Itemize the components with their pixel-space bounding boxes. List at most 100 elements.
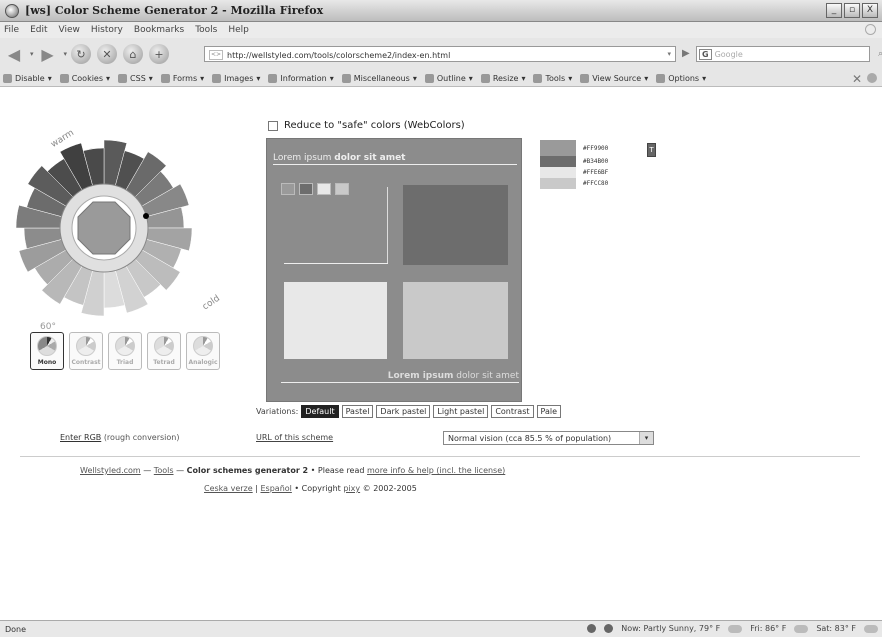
web-developer-toolbar: Disable ▾ Cookies ▾ CSS ▾ Forms ▾ Images… [0, 70, 882, 87]
url-of-scheme-link[interactable]: URL of this scheme [256, 433, 333, 442]
home-button[interactable]: ⌂ [123, 44, 144, 64]
devbar-outline[interactable]: Outline ▾ [424, 73, 473, 83]
mode-analogic-button[interactable]: Analogic [186, 332, 220, 370]
preview-swatch [335, 183, 349, 195]
weather-forecast: Now: Partly Sunny, 79° F Fri: 86° F Sat:… [587, 624, 878, 633]
variation-pastel-button[interactable]: Pastel [341, 405, 374, 418]
wellstyled-link[interactable]: Wellstyled.com [80, 466, 141, 475]
url-bar[interactable]: <> http://wellstyled.com/tools/colorsche… [204, 46, 676, 62]
variation-pale-button[interactable]: Pale [536, 405, 562, 418]
information-icon [268, 73, 278, 83]
preview-swatch [317, 183, 331, 195]
menu-bookmarks[interactable]: Bookmarks [134, 25, 184, 35]
menu-edit[interactable]: Edit [30, 25, 47, 35]
miscellaneous-icon [341, 73, 351, 83]
more-info-link[interactable]: more info & help (incl. the license) [367, 466, 505, 475]
tools-link[interactable]: Tools [154, 466, 174, 475]
scheme-preview: Lorem ipsum dolor sit amet Lorem ipsum d… [266, 138, 522, 402]
chevron-down-icon[interactable]: ▾ [639, 432, 653, 444]
menu-view[interactable]: View [59, 25, 80, 35]
devbar-resize[interactable]: Resize ▾ [480, 73, 525, 83]
menu-help[interactable]: Help [228, 25, 249, 35]
author-link[interactable]: pixy [343, 484, 360, 493]
preview-divider [284, 263, 388, 264]
devbar-disable[interactable]: Disable ▾ [3, 73, 52, 83]
color-wheel-graphic[interactable] [15, 118, 226, 338]
weather-now: Now: Partly Sunny, 79° F [621, 624, 721, 633]
status-text: Done [5, 624, 27, 634]
palette-row: #B34B00 [540, 156, 608, 167]
angle-label: 60° [40, 322, 56, 332]
menu-history[interactable]: History [91, 25, 123, 35]
contrast-icon [76, 336, 96, 356]
images-icon [212, 73, 222, 83]
menu-tools[interactable]: Tools [195, 25, 217, 35]
variations-label: Variations: [256, 407, 299, 416]
back-button[interactable]: ◀ [4, 44, 24, 64]
palette-text-button[interactable]: T [647, 143, 656, 157]
color-wheel[interactable]: warm cold 60° [15, 118, 226, 338]
devbar-options[interactable]: Options ▾ [656, 73, 706, 83]
go-button[interactable]: ▶ [682, 48, 690, 59]
back-history-dropdown-icon[interactable]: ▾ [30, 50, 34, 58]
status-indicator-icon [587, 624, 597, 633]
vision-selected-value: Normal vision (cca 85.5 % of population) [448, 433, 612, 443]
safe-colors-option[interactable]: Reduce to "safe" colors (WebColors) [268, 120, 465, 131]
variation-default-button[interactable]: Default [301, 405, 339, 418]
window-controls: _ ▫ X [826, 3, 878, 18]
url-dropdown-icon[interactable]: ▾ [667, 50, 671, 58]
forward-history-dropdown-icon[interactable]: ▾ [64, 50, 68, 58]
mono-icon [37, 336, 57, 356]
toolbar-settings-icon[interactable] [867, 73, 877, 83]
preview-header: Lorem ipsum dolor sit amet [273, 153, 517, 165]
close-toolbar-icon[interactable]: ✕ [852, 72, 862, 86]
mode-mono-button[interactable]: Mono [30, 332, 64, 370]
new-tab-button[interactable]: + [149, 44, 170, 64]
devbar-css[interactable]: CSS ▾ [118, 73, 153, 83]
disable-icon [3, 73, 12, 83]
forward-button[interactable]: ▶ [38, 44, 58, 64]
minimize-button[interactable]: _ [826, 3, 842, 18]
preview-light-block [284, 282, 387, 359]
variation-dark-pastel-button[interactable]: Dark pastel [376, 405, 431, 418]
variation-light-pastel-button[interactable]: Light pastel [433, 405, 489, 418]
search-engine-icon[interactable]: G [699, 48, 712, 60]
devbar-miscellaneous[interactable]: Miscellaneous ▾ [341, 73, 417, 83]
palette-row: #FFCC80 [540, 178, 608, 189]
view-source-icon [580, 73, 590, 83]
search-box[interactable]: G Google ⌕ [696, 46, 882, 62]
palette-swatch [540, 140, 576, 156]
devbar-tools[interactable]: Tools ▾ [533, 73, 572, 83]
maximize-button[interactable]: ▫ [844, 3, 860, 18]
devbar-view-source[interactable]: View Source ▾ [580, 73, 648, 83]
palette-swatch [540, 167, 576, 178]
preview-mid-block [403, 282, 508, 359]
enter-rgb: Enter RGB (rough conversion) [60, 433, 180, 442]
reload-button[interactable]: ↻ [71, 44, 92, 64]
page-content: warm cold 60° Mono Contrast Triad Tetrad… [0, 88, 882, 620]
menu-file[interactable]: File [4, 25, 19, 35]
hue-selector-handle[interactable] [143, 213, 149, 219]
menu-bar: File Edit View History Bookmarks Tools H… [0, 22, 882, 38]
czech-version-link[interactable]: Ceska verze [204, 484, 253, 493]
mode-triad-button[interactable]: Triad [108, 332, 142, 370]
variation-contrast-button[interactable]: Contrast [491, 405, 534, 418]
devbar-forms[interactable]: Forms ▾ [160, 73, 204, 83]
preview-swatch [299, 183, 313, 195]
vision-select[interactable]: Normal vision (cca 85.5 % of population)… [443, 431, 654, 445]
tetrad-icon [154, 336, 174, 356]
search-icon[interactable]: ⌕ [878, 49, 882, 59]
enter-rgb-link[interactable]: Enter RGB [60, 433, 101, 442]
safe-colors-checkbox[interactable] [268, 120, 278, 131]
preview-divider [387, 187, 388, 263]
navigation-toolbar: ◀ ▾ ▶ ▾ ↻ ✕ ⌂ + <> http://wellstyled.com… [0, 38, 882, 70]
forms-icon [160, 73, 170, 83]
devbar-images[interactable]: Images ▾ [212, 73, 260, 83]
spanish-version-link[interactable]: Español [260, 484, 291, 493]
devbar-cookies[interactable]: Cookies ▾ [59, 73, 110, 83]
mode-contrast-button[interactable]: Contrast [69, 332, 103, 370]
close-window-button[interactable]: X [862, 3, 878, 18]
devbar-information[interactable]: Information ▾ [268, 73, 334, 83]
mode-tetrad-button[interactable]: Tetrad [147, 332, 181, 370]
stop-button[interactable]: ✕ [97, 44, 118, 64]
